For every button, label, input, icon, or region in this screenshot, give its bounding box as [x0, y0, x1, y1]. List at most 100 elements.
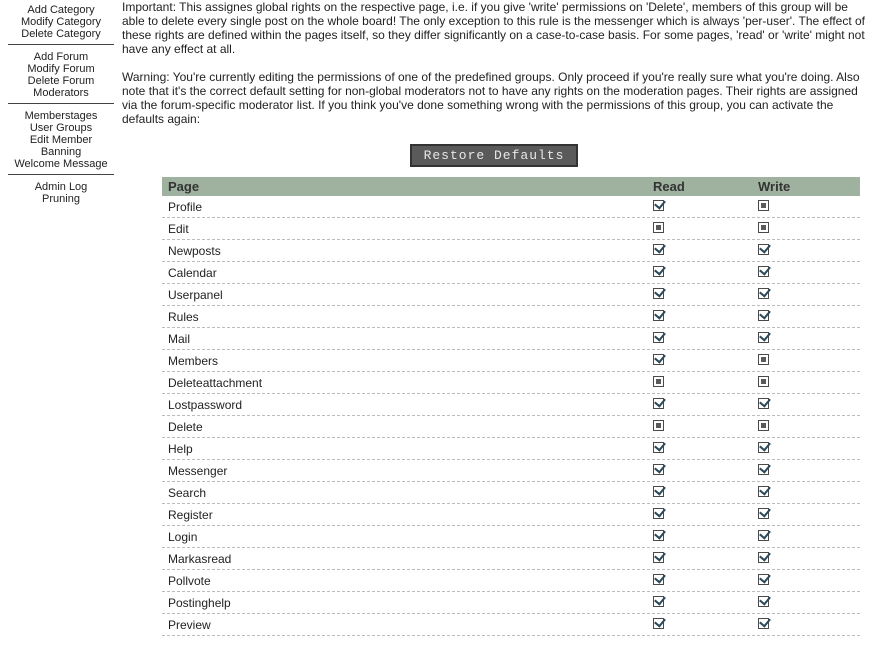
read-checkbox[interactable] [653, 310, 664, 321]
read-checkbox[interactable] [653, 574, 664, 585]
table-row: Profile [162, 196, 860, 218]
page-name: Newposts [162, 244, 653, 258]
permissions-table: Page Read Write ProfileEditNewpostsCalen… [162, 177, 860, 636]
nav-banning[interactable]: Banning [0, 146, 122, 158]
warning-text: Warning: You're currently editing the pe… [122, 70, 866, 126]
page-name: Members [162, 354, 653, 368]
table-row: Preview [162, 614, 860, 636]
read-checkbox[interactable] [653, 244, 664, 255]
read-checkbox[interactable] [653, 288, 664, 299]
page-name: Help [162, 442, 653, 456]
write-checkbox[interactable] [758, 530, 769, 541]
read-checkbox[interactable] [653, 398, 664, 409]
page-name: Profile [162, 200, 653, 214]
read-checkbox[interactable] [653, 530, 664, 541]
nav-add-forum[interactable]: Add Forum [0, 51, 122, 63]
page-name: Login [162, 530, 653, 544]
table-row: Search [162, 482, 860, 504]
write-checkbox[interactable] [758, 618, 769, 629]
write-checkbox[interactable] [758, 288, 769, 299]
page-name: Postinghelp [162, 596, 653, 610]
read-checkbox[interactable] [653, 376, 664, 387]
table-row: Userpanel [162, 284, 860, 306]
write-checkbox[interactable] [758, 244, 769, 255]
nav-delete-category[interactable]: Delete Category [0, 28, 122, 40]
page-name: Messenger [162, 464, 653, 478]
nav-welcome-message[interactable]: Welcome Message [0, 158, 122, 170]
nav-delete-forum[interactable]: Delete Forum [0, 75, 122, 87]
read-checkbox[interactable] [653, 222, 664, 233]
table-row: Help [162, 438, 860, 460]
nav-moderators[interactable]: Moderators [0, 87, 122, 99]
table-row: Markasread [162, 548, 860, 570]
write-checkbox[interactable] [758, 376, 769, 387]
admin-sidebar: Add CategoryModify CategoryDelete Catego… [0, 0, 122, 207]
read-checkbox[interactable] [653, 332, 664, 343]
read-checkbox[interactable] [653, 420, 664, 431]
write-checkbox[interactable] [758, 574, 769, 585]
write-checkbox[interactable] [758, 464, 769, 475]
page-name: Deleteattachment [162, 376, 653, 390]
write-checkbox[interactable] [758, 222, 769, 233]
main-content: Important: This assignes global rights o… [122, 0, 872, 656]
read-checkbox[interactable] [653, 508, 664, 519]
read-checkbox[interactable] [653, 618, 664, 629]
page-name: Pollvote [162, 574, 653, 588]
page-name: Mail [162, 332, 653, 346]
read-checkbox[interactable] [653, 464, 664, 475]
write-checkbox[interactable] [758, 420, 769, 431]
write-checkbox[interactable] [758, 442, 769, 453]
read-checkbox[interactable] [653, 266, 664, 277]
table-row: Delete [162, 416, 860, 438]
page-name: Rules [162, 310, 653, 324]
table-row: Deleteattachment [162, 372, 860, 394]
nav-memberstages[interactable]: Memberstages [0, 110, 122, 122]
table-row: Rules [162, 306, 860, 328]
read-checkbox[interactable] [653, 442, 664, 453]
page-name: Search [162, 486, 653, 500]
write-checkbox[interactable] [758, 486, 769, 497]
write-checkbox[interactable] [758, 200, 769, 211]
table-row: Postinghelp [162, 592, 860, 614]
table-row: Register [162, 504, 860, 526]
page-name: Markasread [162, 552, 653, 566]
nav-pruning[interactable]: Pruning [0, 193, 122, 205]
page-name: Lostpassword [162, 398, 653, 412]
table-row: Login [162, 526, 860, 548]
page-name: Preview [162, 618, 653, 632]
col-write: Write [758, 179, 860, 194]
table-row: Pollvote [162, 570, 860, 592]
nav-add-category[interactable]: Add Category [0, 4, 122, 16]
write-checkbox[interactable] [758, 596, 769, 607]
read-checkbox[interactable] [653, 596, 664, 607]
read-checkbox[interactable] [653, 354, 664, 365]
write-checkbox[interactable] [758, 266, 769, 277]
read-checkbox[interactable] [653, 486, 664, 497]
write-checkbox[interactable] [758, 332, 769, 343]
restore-defaults-button[interactable]: Restore Defaults [410, 144, 579, 167]
page-name: Delete [162, 420, 653, 434]
write-checkbox[interactable] [758, 398, 769, 409]
table-row: Edit [162, 218, 860, 240]
nav-edit-member[interactable]: Edit Member [0, 134, 122, 146]
write-checkbox[interactable] [758, 310, 769, 321]
table-row: Mail [162, 328, 860, 350]
write-checkbox[interactable] [758, 552, 769, 563]
nav-admin-log[interactable]: Admin Log [0, 181, 122, 193]
table-row: Members [162, 350, 860, 372]
nav-modify-forum[interactable]: Modify Forum [0, 63, 122, 75]
page-name: Edit [162, 222, 653, 236]
table-row: Newposts [162, 240, 860, 262]
page-name: Userpanel [162, 288, 653, 302]
write-checkbox[interactable] [758, 508, 769, 519]
write-checkbox[interactable] [758, 354, 769, 365]
nav-user-groups[interactable]: User Groups [0, 122, 122, 134]
col-read: Read [653, 179, 758, 194]
read-checkbox[interactable] [653, 552, 664, 563]
col-page: Page [162, 179, 653, 194]
table-header: Page Read Write [162, 177, 860, 196]
table-row: Lostpassword [162, 394, 860, 416]
read-checkbox[interactable] [653, 200, 664, 211]
nav-modify-category[interactable]: Modify Category [0, 16, 122, 28]
important-text: Important: This assignes global rights o… [122, 0, 866, 56]
